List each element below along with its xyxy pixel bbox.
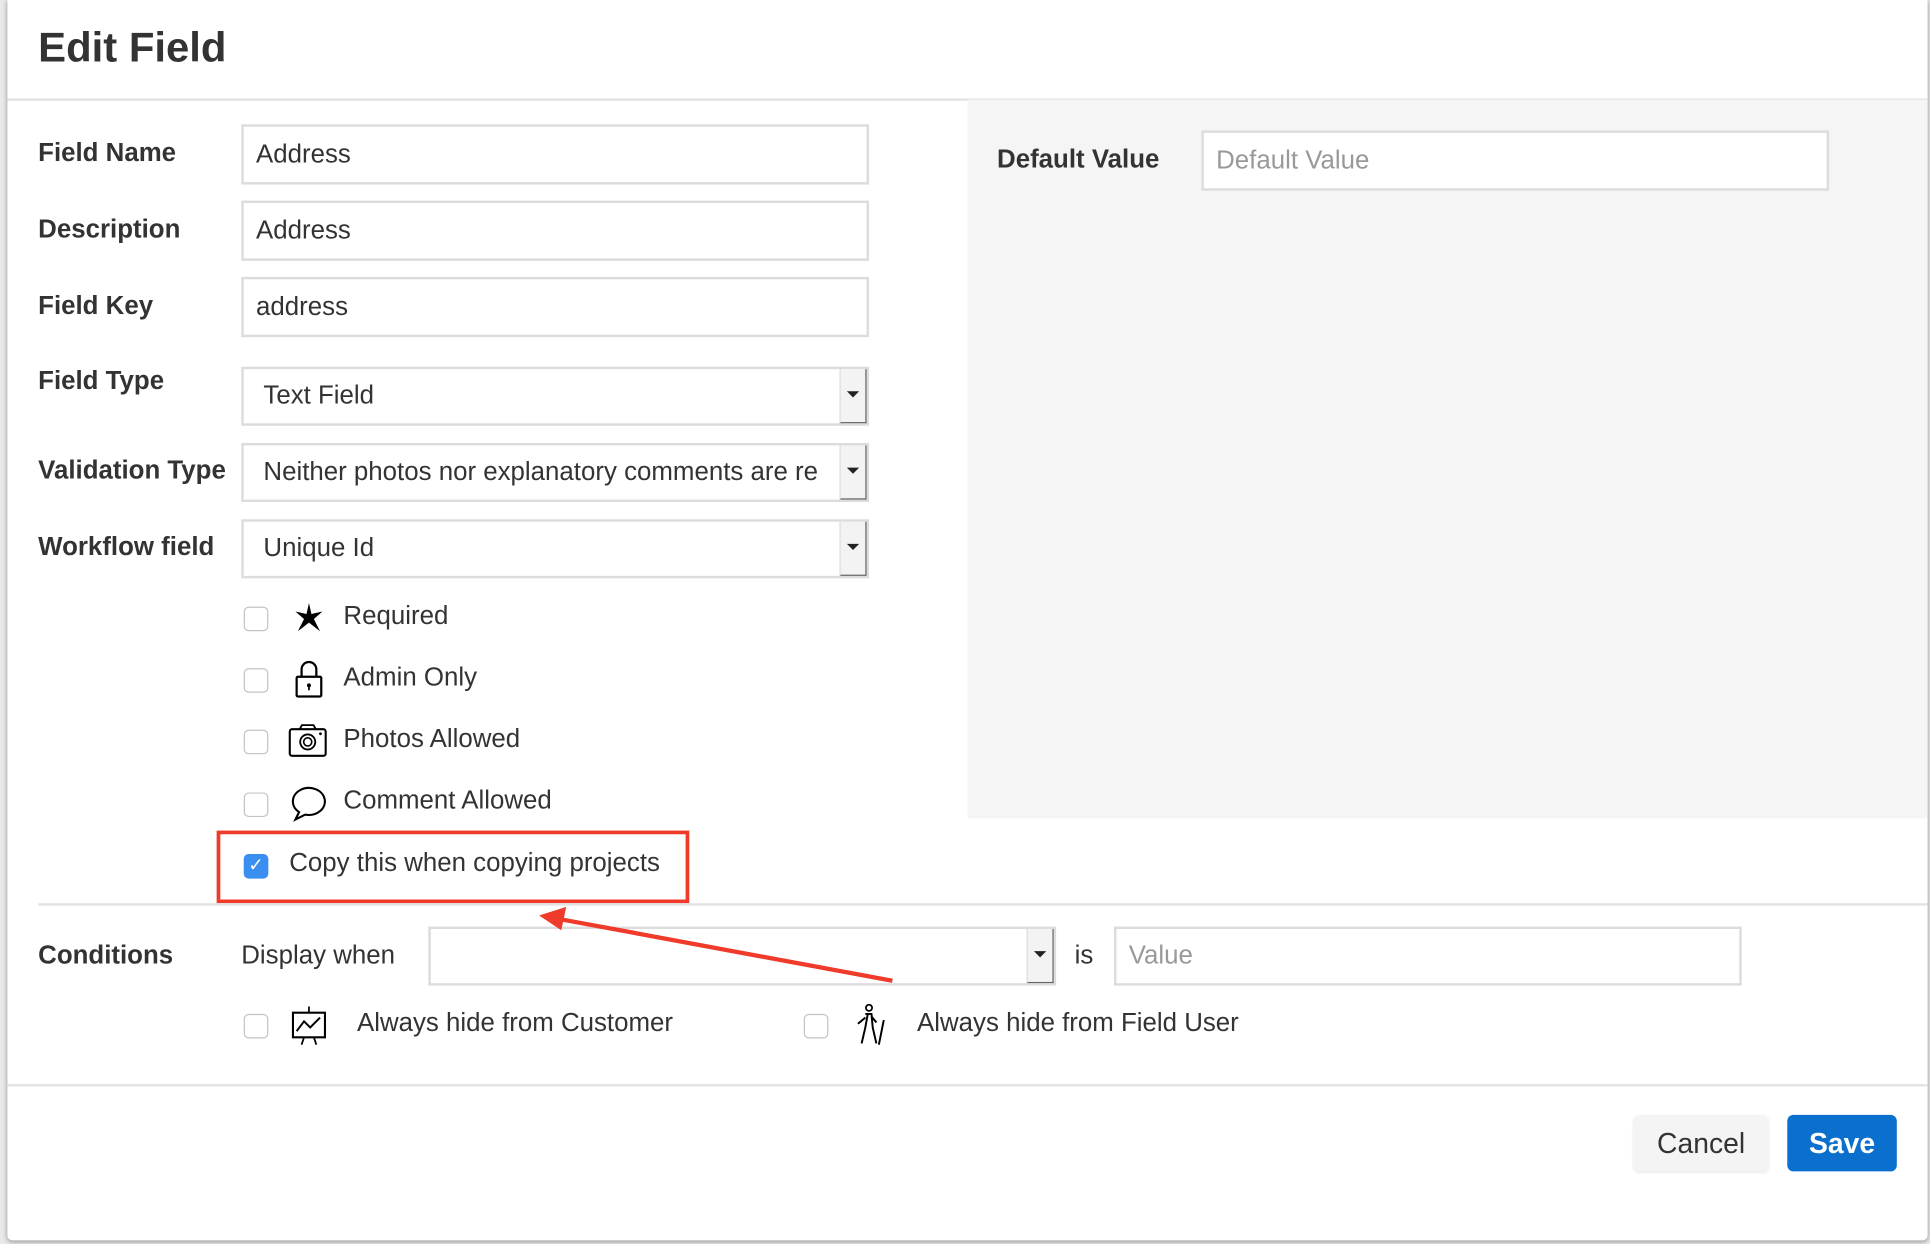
cancel-button[interactable]: Cancel bbox=[1633, 1114, 1769, 1172]
save-button[interactable]: Save bbox=[1787, 1114, 1897, 1172]
footer-divider bbox=[7, 1084, 1928, 1087]
annotation-arrow bbox=[539, 906, 893, 983]
